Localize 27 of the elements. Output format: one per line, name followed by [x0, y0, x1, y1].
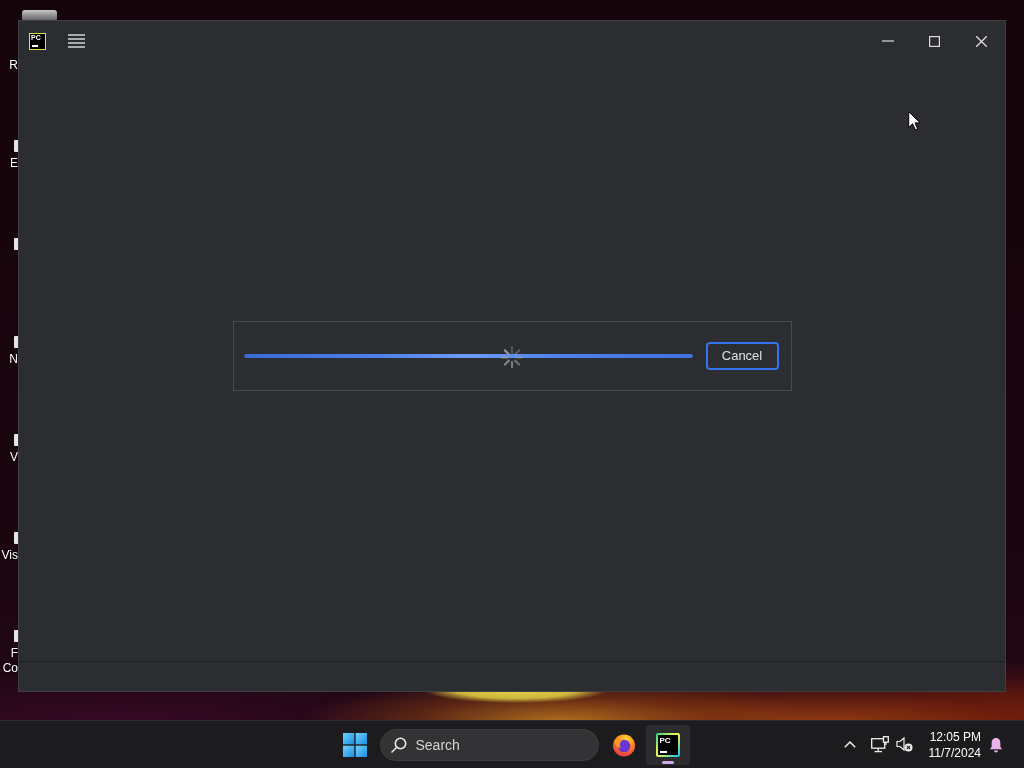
monitor-icon: [871, 736, 889, 753]
clock-date[interactable]: 11/7/2024: [920, 744, 981, 761]
desktop-icon-label: R: [8, 58, 18, 73]
browser-logo-icon: [611, 732, 636, 757]
close-icon: [976, 35, 987, 47]
speaker-muted-icon: [895, 737, 913, 752]
search-bar[interactable]: Search: [379, 728, 599, 761]
desktop-icon-label: Vis: [0, 548, 18, 563]
logo-text: PC: [659, 735, 671, 745]
search-input[interactable]: Search: [415, 733, 596, 756]
desktop-icon-label: F Co: [1, 646, 18, 676]
four-panes-icon: [342, 732, 367, 757]
taskbar-app-button[interactable]: PC: [645, 724, 690, 765]
mouse-pointer-icon: [908, 111, 921, 131]
search-icon: [390, 736, 407, 753]
menu-icon: [67, 34, 85, 48]
desktop-icon-label: V: [9, 450, 18, 465]
cancel-button[interactable]: Cancel: [705, 341, 779, 370]
chevron-up-icon: [844, 741, 856, 748]
minimize-icon: [881, 40, 894, 42]
maximize-icon: [929, 35, 940, 47]
bell-icon: [989, 736, 1003, 753]
bin-lid-icon[interactable]: [22, 10, 57, 20]
desktop-icon-label: N: [8, 352, 18, 367]
spinner-icon: [500, 344, 524, 369]
desktop-icon-label: E: [9, 156, 18, 171]
clock-time[interactable]: 12:05 PM: [920, 728, 981, 745]
